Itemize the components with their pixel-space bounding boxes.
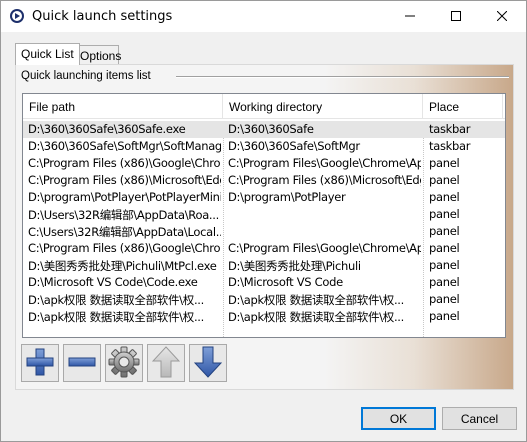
cell-working-directory: D:\apk权限 数据读取全部软件\权... — [228, 310, 405, 324]
list-item[interactable]: D:\apk权限 数据读取全部软件\权... D:\apk权限 数据读取全部软件\… — [23, 291, 505, 308]
list-item[interactable]: D:\Users\32R编辑部\AppData\Roa... panel — [23, 206, 505, 223]
minimize-button[interactable] — [387, 1, 433, 32]
plus-icon — [25, 347, 55, 380]
cell-file-path: D:\360\360Safe\SoftMgr\SoftManag... — [28, 139, 221, 153]
cell-working-directory: C:\Program Files (x86)\Microsoft\Edg... — [228, 173, 421, 187]
cell-file-path: D:\apk权限 数据读取全部软件\权... — [28, 310, 205, 324]
cell-place: panel — [429, 207, 460, 221]
move-up-button[interactable] — [147, 344, 185, 382]
cell-place: panel — [429, 190, 460, 204]
cell-file-path: D:\Microsoft VS Code\Code.exe — [28, 275, 198, 289]
arrow-up-icon — [151, 345, 181, 381]
cell-working-directory: D:\美图秀秀批处理\Pichuli — [228, 259, 361, 273]
window-title: Quick launch settings — [32, 9, 173, 24]
add-item-button[interactable] — [21, 344, 59, 382]
minus-icon — [67, 347, 97, 380]
quick-launch-settings-window: Quick launch settings Quick List Options… — [0, 0, 527, 442]
list-item[interactable]: C:\Users\32R编辑部\AppData\Local... panel — [23, 223, 505, 240]
cell-place: panel — [429, 292, 460, 306]
cell-working-directory: D:\Microsoft VS Code — [228, 275, 343, 289]
cell-place: taskbar — [429, 122, 471, 136]
column-header-place[interactable]: Place — [423, 94, 503, 119]
tab-quick-list[interactable]: Quick List — [15, 43, 80, 65]
list-header: File path Working directory Place — [23, 94, 505, 119]
cell-file-path: C:\Program Files (x86)\Google\Chrom... — [28, 241, 221, 255]
list-item[interactable]: D:\apk权限 数据读取全部软件\权... D:\apk权限 数据读取全部软件\… — [23, 308, 505, 325]
cell-file-path: D:\美图秀秀批处理\Pichuli\MtPcl.exe — [28, 259, 217, 273]
cell-place: panel — [429, 258, 460, 272]
move-down-button[interactable] — [189, 344, 227, 382]
close-icon — [496, 10, 508, 24]
maximize-icon — [451, 10, 461, 24]
list-item[interactable]: C:\Program Files (x86)\Google\Chrom... C:… — [23, 155, 505, 172]
minimize-icon — [405, 10, 415, 24]
cell-place: panel — [429, 309, 460, 323]
cell-place: panel — [429, 224, 460, 238]
cell-place: panel — [429, 241, 460, 255]
list-item[interactable]: C:\Program Files (x86)\Google\Chrom... C:… — [23, 240, 505, 257]
list-item[interactable]: D:\美图秀秀批处理\Pichuli\MtPcl.exe D:\美图秀秀批处理\P… — [23, 257, 505, 274]
cell-file-path: C:\Program Files (x86)\Google\Chrom... — [28, 156, 221, 170]
cell-place: panel — [429, 173, 460, 187]
list-item[interactable]: D:\360\360Safe\SoftMgr\SoftManag... D:\36… — [23, 138, 505, 155]
cell-working-directory: D:\program\PotPlayer — [228, 190, 346, 204]
cell-file-path: C:\Users\32R编辑部\AppData\Local... — [28, 225, 221, 239]
cell-working-directory: D:\360\360Safe — [228, 122, 314, 136]
cell-file-path: D:\program\PotPlayer\PotPlayerMini6... — [28, 190, 221, 204]
maximize-button[interactable] — [433, 1, 479, 32]
cell-place: panel — [429, 275, 460, 289]
cell-working-directory — [228, 207, 421, 223]
list-item[interactable]: D:\program\PotPlayer\PotPlayerMini6... D:… — [23, 189, 505, 206]
close-button[interactable] — [479, 1, 525, 32]
cell-working-directory: D:\360\360Safe\SoftMgr — [228, 139, 360, 153]
list-rows: D:\360\360Safe\360Safe.exe D:\360\360Safe… — [23, 121, 505, 325]
cell-working-directory: C:\Program Files\Google\Chrome\Ap... — [228, 241, 421, 255]
arrow-down-icon — [193, 346, 223, 381]
cell-file-path: D:\apk权限 数据读取全部软件\权... — [28, 293, 205, 307]
gear-icon — [108, 346, 140, 381]
ok-button[interactable]: OK — [361, 407, 436, 430]
edit-item-button[interactable] — [105, 344, 143, 382]
cell-file-path: D:\360\360Safe\360Safe.exe — [28, 122, 186, 136]
cell-working-directory — [228, 224, 421, 240]
column-header-working-directory[interactable]: Working directory — [223, 94, 423, 119]
cell-file-path: C:\Program Files (x86)\Microsoft\Edge... — [28, 173, 221, 187]
section-label: Quick launching items list — [21, 70, 151, 82]
quick-list-panel: Quick launching items list File path Wor… — [15, 64, 514, 390]
remove-item-button[interactable] — [63, 344, 101, 382]
title-bar[interactable]: Quick launch settings — [1, 1, 526, 32]
cell-working-directory: C:\Program Files\Google\Chrome\Ap... — [228, 156, 421, 170]
app-logo-icon — [9, 8, 25, 24]
column-header-file-path[interactable]: File path — [23, 94, 223, 119]
section-divider — [176, 76, 509, 78]
quick-launch-list[interactable]: File path Working directory Place D:\360… — [22, 93, 506, 338]
cell-place: panel — [429, 156, 460, 170]
list-item[interactable]: D:\360\360Safe\360Safe.exe D:\360\360Safe… — [23, 121, 505, 138]
cell-file-path: D:\Users\32R编辑部\AppData\Roa... — [28, 208, 220, 222]
tab-options[interactable]: Options — [75, 45, 121, 65]
cancel-button[interactable]: Cancel — [442, 407, 517, 430]
cell-place: taskbar — [429, 139, 471, 153]
list-item[interactable]: C:\Program Files (x86)\Microsoft\Edge...… — [23, 172, 505, 189]
list-item[interactable]: D:\Microsoft VS Code\Code.exe D:\Microsof… — [23, 274, 505, 291]
cell-working-directory: D:\apk权限 数据读取全部软件\权... — [228, 293, 405, 307]
